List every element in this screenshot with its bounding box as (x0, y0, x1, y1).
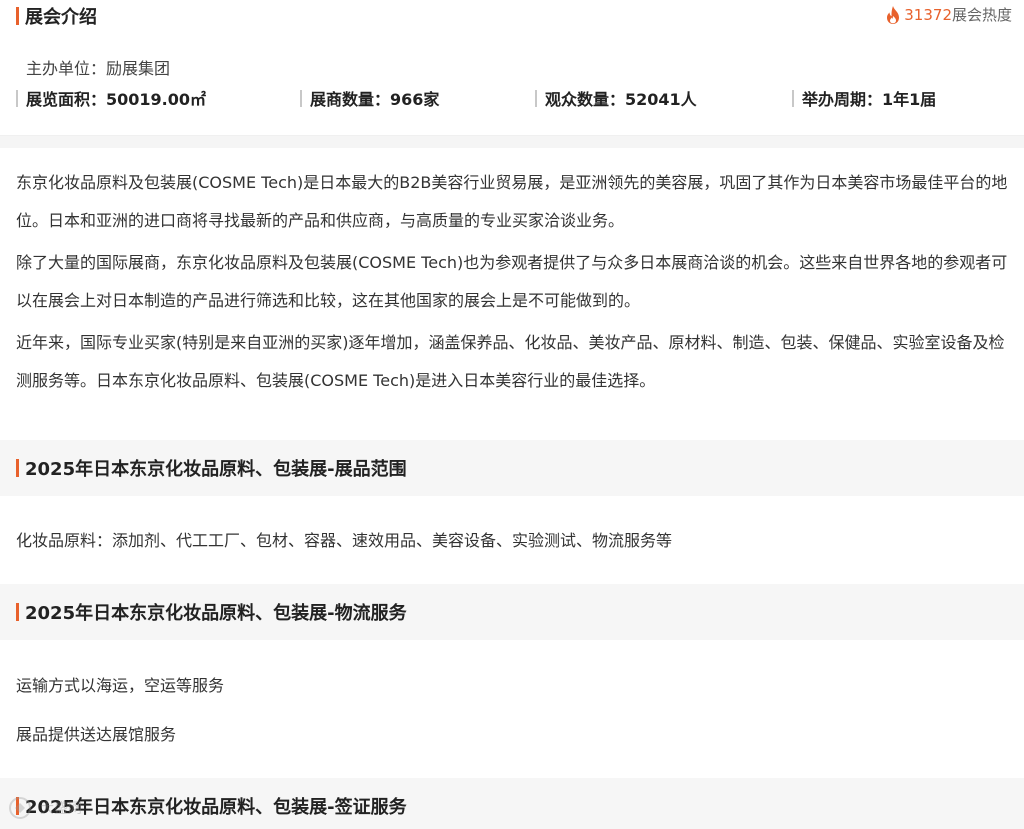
intro-title: 展会介绍 (16, 5, 97, 28)
paragraph: 除了大量的国际展商，东京化妆品原料及包装展(COSME Tech)也为参观者提供… (16, 253, 1008, 310)
section-gap (0, 136, 1024, 148)
paragraph: 近年来，国际专业买家(特别是来自亚洲的买家)逐年增加，涵盖保养品、化妆品、美妆产… (16, 333, 1005, 390)
stat-separator (535, 89, 537, 107)
stat-area: 展览面积：50019.00㎡ (16, 86, 206, 110)
organizer: 主办单位：励展集团 (26, 59, 171, 78)
title-accent-bar (16, 459, 19, 477)
stat-visitors: 观众数量：52041人 (535, 86, 697, 110)
stat-exhibitors: 展商数量：966家 (300, 86, 439, 110)
section-heading-scope: 2025年日本东京化妆品原料、包装展-展品范围 (0, 440, 1024, 496)
stats-row: 展览面积：50019.00㎡ 展商数量：966家 观众数量：52041人 举办周… (16, 86, 1016, 110)
paragraph: 东京化妆品原料及包装展(COSME Tech)是日本最大的B2B美容行业贸易展，… (16, 173, 1008, 230)
logistics-text: 展品提供送达展馆服务 (16, 725, 177, 744)
heat-value: 31372 (904, 5, 952, 24)
watermark: 大盛网 (8, 796, 82, 820)
heat-indicator: 31372 展会热度 (884, 4, 1012, 25)
section-heading-logistics: 2025年日本东京化妆品原料、包装展-物流服务 (0, 584, 1024, 640)
stat-separator (16, 89, 18, 107)
watermark-logo-icon (9, 797, 31, 819)
title-accent-bar (16, 7, 19, 25)
stat-frequency: 举办周期：1年1届 (792, 86, 936, 110)
scope-text: 化妆品原料：添加剂、代工工厂、包材、容器、速效用品、美容设备、实验测试、物流服务… (16, 531, 673, 550)
expo-intro-card: 展会介绍 31372 展会热度 主办单位：励展集团 展览面积：50019.00㎡… (0, 0, 1024, 136)
stat-separator (300, 89, 302, 107)
title-accent-bar (16, 603, 19, 621)
logistics-text: 运输方式以海运，空运等服务 (16, 676, 225, 695)
heat-label: 展会热度 (951, 6, 1012, 24)
section-heading-visa: 2025年日本东京化妆品原料、包装展-签证服务 (0, 778, 1024, 829)
stat-separator (792, 89, 794, 107)
intro-paragraphs: 东京化妆品原料及包装展(COSME Tech)是日本最大的B2B美容行业贸易展，… (16, 164, 1016, 404)
fire-icon (887, 5, 900, 24)
watermark-text: 大盛网 (40, 801, 82, 817)
